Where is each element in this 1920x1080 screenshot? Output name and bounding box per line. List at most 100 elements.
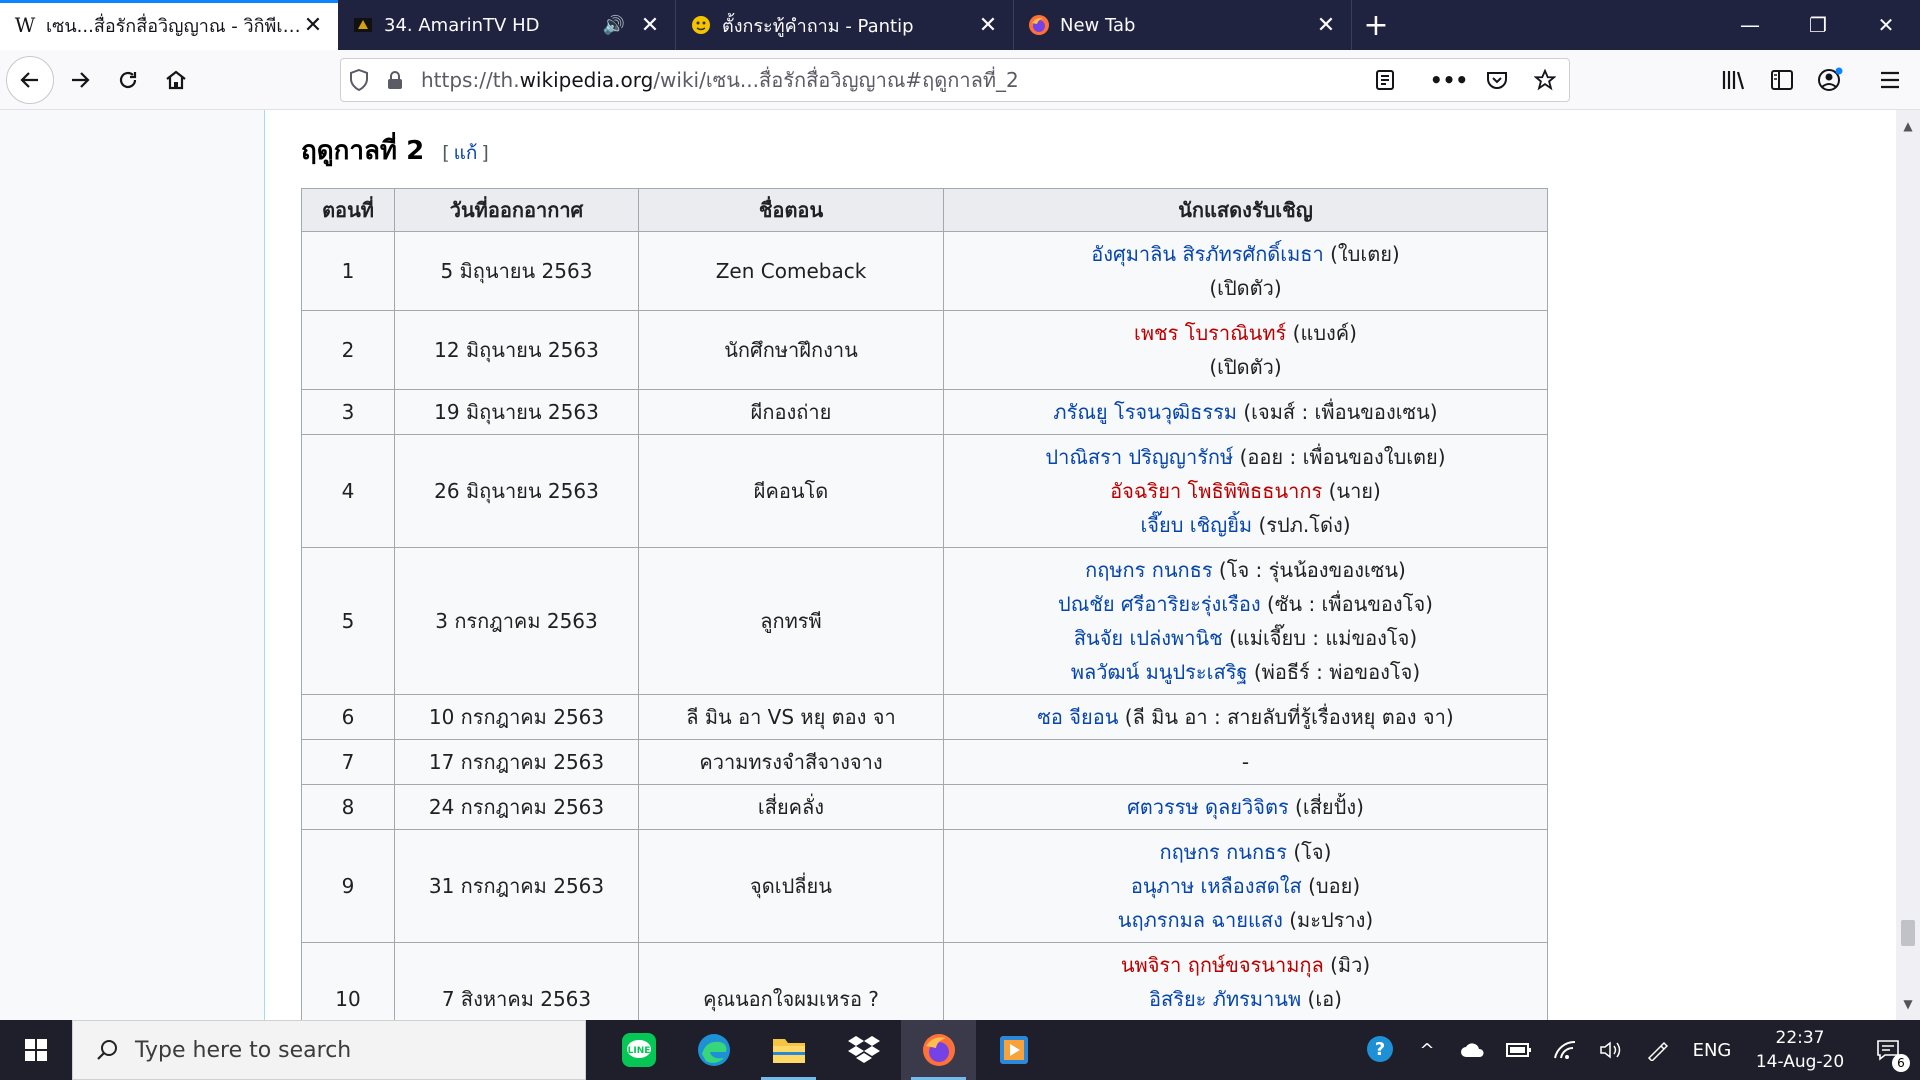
speaker-icon[interactable]: 🔊 xyxy=(603,15,625,36)
guest-cast: ศตวรรษ ดุลยวิจิตร (เสี่ยปั้ง) xyxy=(943,784,1548,830)
account-icon[interactable] xyxy=(1810,60,1850,100)
close-tab-icon[interactable]: ✕ xyxy=(302,13,324,38)
back-button[interactable] xyxy=(6,56,54,104)
address-bar[interactable]: https://th.wikipedia.org/wiki/เซน...สื่อ… xyxy=(340,58,1570,102)
actor-link[interactable]: นฤภรกมล ฉายแสง xyxy=(1118,908,1283,932)
actor-link[interactable]: อิสริยะ ภัทรมานพ xyxy=(1149,987,1301,1011)
tab-amarintv[interactable]: 34. AmarinTV HD 🔊 ✕ xyxy=(338,0,676,50)
battery-icon[interactable] xyxy=(1496,1020,1542,1080)
more-actions-icon[interactable]: ••• xyxy=(1425,68,1473,92)
actor-link[interactable]: อังศุมาลิน สิรภัทรศักดิ์เมธา xyxy=(1091,242,1323,266)
tab-newtab[interactable]: New Tab ✕ xyxy=(1014,0,1352,50)
onedrive-icon[interactable] xyxy=(1450,1020,1496,1080)
air-date: 3 กรกฎาคม 2563 xyxy=(394,547,639,695)
url-text[interactable]: https://th.wikipedia.org/wiki/เซน...สื่อ… xyxy=(421,64,1361,96)
table-header-row: ตอนที่ วันที่ออกอากาศ ชื่อตอน นักแสดงรับ… xyxy=(301,188,1548,232)
url-prefix: https://th. xyxy=(421,68,520,92)
search-icon xyxy=(97,1040,117,1060)
line-app-icon[interactable]: LINE xyxy=(601,1020,676,1080)
episode-title: ลี มิน อา VS หยุ ตอง จา xyxy=(638,694,944,740)
bookmark-star-icon[interactable] xyxy=(1521,69,1569,91)
actor-link[interactable]: อนุภาษ เหลืองสดใส xyxy=(1131,874,1302,898)
episode-title: ลูกทรพี xyxy=(638,547,944,695)
close-tab-icon[interactable]: ✕ xyxy=(1315,13,1337,38)
actor-link[interactable]: ภรัณยู โรจนวุฒิธรรม xyxy=(1053,400,1237,424)
tab-strip: W เซน...สื่อรักสื่อวิญญาณ - วิกิพีเดีย ✕… xyxy=(0,0,1920,50)
pocket-icon[interactable] xyxy=(1473,70,1521,90)
clock[interactable]: 22:37 14-Aug-20 xyxy=(1744,1020,1856,1080)
air-date: 26 มิถุนายน 2563 xyxy=(394,434,639,548)
episode-title: คุณนอกใจผมเหรอ ? xyxy=(638,942,944,1020)
new-tab-button[interactable]: + xyxy=(1352,0,1400,50)
wifi-icon[interactable] xyxy=(1542,1020,1588,1080)
close-tab-icon[interactable]: ✕ xyxy=(639,13,661,38)
tab-title: 34. AmarinTV HD xyxy=(384,14,540,36)
sidebar-icon[interactable] xyxy=(1762,60,1802,100)
file-explorer-icon[interactable] xyxy=(751,1020,826,1080)
firefox-app-icon[interactable] xyxy=(901,1020,976,1080)
reader-view-icon[interactable] xyxy=(1361,69,1409,91)
actor-link[interactable]: กฤษกร กนกธร xyxy=(1160,840,1287,864)
taskbar-search[interactable]: Type here to search xyxy=(72,1020,586,1080)
actor-link[interactable]: เพชร โบราณินทร์ xyxy=(1134,321,1286,345)
cast-line: อังศุมาลิน สิรภัทรศักดิ์เมธา (ใบเตย) xyxy=(950,237,1541,271)
dropbox-icon[interactable] xyxy=(826,1020,901,1080)
air-date: 10 กรกฎาคม 2563 xyxy=(394,694,639,740)
library-icon[interactable] xyxy=(1714,60,1754,100)
cast-line: กฤษกร กนกธร (โจ) xyxy=(950,835,1541,869)
tab-title: ตั้งกระทู้คำถาม - Pantip xyxy=(722,15,914,37)
actor-link[interactable]: ปาณิสรา ปริญญารักษ์ xyxy=(1045,445,1233,469)
navigation-bar: https://th.wikipedia.org/wiki/เซน...สื่อ… xyxy=(0,50,1920,110)
guest-cast: ซอ จียอน (ลี มิน อา : สายลับที่รู้เรื่อง… xyxy=(943,694,1548,740)
help-icon[interactable]: ? xyxy=(1358,1020,1404,1080)
cast-line: สินจัย เปล่งพานิช (แม่เจี๊ยบ : แม่ของโจ) xyxy=(950,621,1541,655)
volume-icon[interactable] xyxy=(1588,1020,1634,1080)
actor-link[interactable]: นพจิรา ฤกษ์ขจรนามกุล xyxy=(1121,953,1324,977)
actor-link[interactable]: กฤษกร กนกธร xyxy=(1085,558,1212,582)
actor-link[interactable]: ซอ จียอน xyxy=(1037,705,1118,729)
edge-app-icon[interactable] xyxy=(676,1020,751,1080)
pen-icon[interactable] xyxy=(1634,1020,1680,1080)
episode-title: Zen Comeback xyxy=(638,231,944,311)
language-indicator[interactable]: ENG xyxy=(1680,1020,1744,1080)
actor-link[interactable]: เจี๊ยบ เชิญยิ้ม xyxy=(1140,513,1252,537)
lock-icon[interactable] xyxy=(377,70,413,90)
tab-pantip[interactable]: ตั้งกระทู้คำถาม - Pantip ✕ xyxy=(676,0,1014,50)
home-button[interactable] xyxy=(156,60,196,100)
actor-link[interactable]: ศตวรรษ ดุลยวิจิตร xyxy=(1127,795,1289,819)
table-row: 2 12 มิถุนายน 2563 นักศึกษาฝึกงาน เพชร โบรา… xyxy=(301,310,1548,390)
menu-icon[interactable] xyxy=(1870,60,1910,100)
actor-link[interactable]: สินจัย เปล่งพานิช xyxy=(1074,626,1223,650)
svg-text:?: ? xyxy=(1375,1039,1385,1060)
cast-line: อิสริยะ ภัทรมานพ (เอ) xyxy=(950,982,1541,1016)
edit-link[interactable]: แก้ xyxy=(454,142,478,164)
scroll-up-icon[interactable]: ▲ xyxy=(1896,114,1920,138)
actor-link[interactable]: พลวัฒน์ มนูประเสริฐ xyxy=(1071,660,1248,684)
forward-button[interactable] xyxy=(60,60,100,100)
minimize-icon[interactable]: — xyxy=(1716,0,1784,50)
shield-icon[interactable] xyxy=(341,69,377,91)
close-window-icon[interactable]: ✕ xyxy=(1852,0,1920,50)
restore-icon[interactable]: ❐ xyxy=(1784,0,1852,50)
role-text: - xyxy=(1241,750,1250,774)
actor-link[interactable]: ปณชัย ศรีอาริยะรุ่งเรือง xyxy=(1058,592,1261,616)
windows-start-icon[interactable] xyxy=(0,1020,72,1080)
air-date: 12 มิถุนายน 2563 xyxy=(394,310,639,390)
tab-wikipedia[interactable]: W เซน...สื่อรักสื่อวิญญาณ - วิกิพีเดีย ✕ xyxy=(0,0,338,50)
media-player-icon[interactable] xyxy=(976,1020,1051,1080)
close-tab-icon[interactable]: ✕ xyxy=(977,13,999,38)
episodes-table: ตอนที่ วันที่ออกอากาศ ชื่อตอน นักแสดงรับ… xyxy=(301,188,1548,1020)
reload-button[interactable] xyxy=(108,60,148,100)
actor-link[interactable]: อัจฉริยา โพธิพิพิธธนากร xyxy=(1110,479,1322,503)
cast-line: (เปิดตัว) xyxy=(950,350,1541,384)
notification-center-icon[interactable]: 6 xyxy=(1856,1020,1920,1080)
section-heading: ฤดูกาลที่ 2 [แก้] xyxy=(301,130,489,171)
section-title: ฤดูกาลที่ 2 xyxy=(301,136,425,166)
scrollbar[interactable]: ▲ ▼ xyxy=(1896,110,1920,1020)
scroll-down-icon[interactable]: ▼ xyxy=(1896,992,1920,1016)
window-controls: — ❐ ✕ xyxy=(1716,0,1920,50)
show-hidden-icons-icon[interactable]: ^ xyxy=(1404,1020,1450,1080)
cast-line: อัจฉริยา โพธิพิพิธธนากร (นาย) xyxy=(950,474,1541,508)
scroll-thumb[interactable] xyxy=(1901,920,1915,946)
cast-line: กฤษกร กนกธร (โจ : รุ่นน้องของเซน) xyxy=(950,553,1541,587)
